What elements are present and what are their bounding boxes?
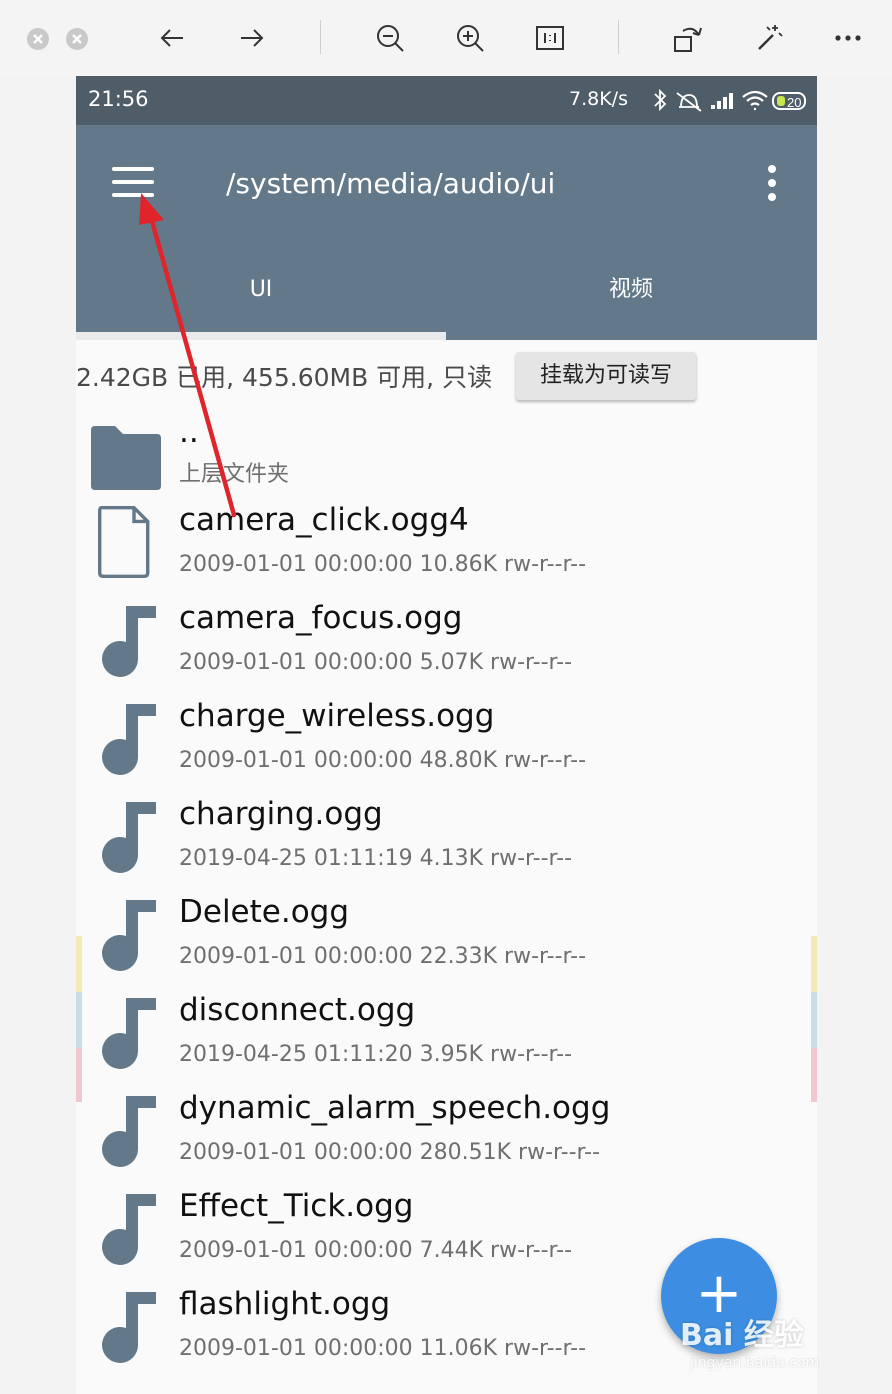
status-icons: 20 <box>654 88 806 112</box>
status-network-speed: 7.8K/s <box>569 88 628 110</box>
app-bar: /system/media/audio/ui UI 视频 <box>76 125 817 340</box>
file-metadata: 2009-01-01 00:00:00 48.80K rw-r--r-- <box>179 748 587 773</box>
viewer-toolbar <box>0 0 892 76</box>
file-name: .. <box>179 414 199 450</box>
file-name: charging.ogg <box>179 796 383 832</box>
close-icon[interactable] <box>27 28 49 50</box>
music-note-icon <box>98 992 168 1069</box>
file-name: Effect_Tick.ogg <box>179 1188 414 1224</box>
music-note-icon <box>98 698 168 775</box>
file-name: charge_wireless.ogg <box>179 698 495 734</box>
edge-stripe <box>76 992 82 1048</box>
file-metadata: 2009-01-01 00:00:00 5.07K rw-r--r-- <box>179 650 573 675</box>
music-note-icon <box>98 1286 168 1363</box>
file-name: flashlight.ogg <box>179 1286 391 1322</box>
toolbar-divider <box>320 20 321 54</box>
storage-row: 2.42GB 已用, 455.60MB 可用, 只读 挂载为可读写 <box>76 340 817 420</box>
file-name: disconnect.ogg <box>179 992 416 1028</box>
music-note-icon <box>98 1090 168 1167</box>
minimize-icon[interactable] <box>66 28 88 50</box>
file-metadata: 2019-04-25 01:11:20 3.95K rw-r--r-- <box>179 1042 573 1067</box>
zoom-in-icon[interactable] <box>450 18 490 58</box>
edge-stripe <box>76 1048 82 1102</box>
file-metadata: 2019-04-25 01:11:19 4.13K rw-r--r-- <box>179 846 573 871</box>
file-list-item[interactable]: charge_wireless.ogg 2009-01-01 00:00:00 4… <box>76 698 817 796</box>
overflow-menu-icon[interactable] <box>762 163 782 203</box>
file-list-item[interactable]: camera_focus.ogg 2009-01-01 00:00:00 5.07… <box>76 600 817 698</box>
bluetooth-icon <box>654 88 667 112</box>
toolbar-divider <box>618 20 619 54</box>
file-metadata: 2009-01-01 00:00:00 280.51K rw-r--r-- <box>179 1140 601 1165</box>
edge-stripe <box>811 936 817 992</box>
edge-stripe <box>76 936 82 992</box>
file-list-item[interactable]: charging.ogg 2019-04-25 01:11:19 4.13K rw… <box>76 796 817 894</box>
file-metadata: 2009-01-01 00:00:00 7.44K rw-r--r-- <box>179 1238 573 1263</box>
edge-stripe <box>811 1048 817 1102</box>
file-list-item[interactable]: camera_click.ogg4 2009-01-01 00:00:00 10.… <box>76 502 817 600</box>
file-metadata: 2009-01-01 00:00:00 11.06K rw-r--r-- <box>179 1336 587 1361</box>
file-name: camera_focus.ogg <box>179 600 463 636</box>
tab-indicator <box>76 332 446 340</box>
phone-screen: 21:56 7.8K/s 20 /system/media/audio/ui U… <box>76 76 817 1394</box>
file-name: dynamic_alarm_speech.ogg <box>179 1090 611 1126</box>
baidu-watermark: Bai 经验 <box>680 1318 804 1353</box>
wifi-icon <box>742 90 768 111</box>
rotate-icon[interactable] <box>668 18 708 58</box>
music-note-icon <box>98 600 168 677</box>
status-bar: 21:56 7.8K/s 20 <box>76 76 817 125</box>
folder-icon <box>84 424 161 494</box>
more-icon[interactable] <box>828 18 868 58</box>
file-list-item[interactable]: disconnect.ogg 2019-04-25 01:11:20 3.95K … <box>76 992 817 1090</box>
file-list-item[interactable]: dynamic_alarm_speech.ogg 2009-01-01 00:00… <box>76 1090 817 1188</box>
back-arrow-icon[interactable] <box>152 18 192 58</box>
tab-ui[interactable]: UI <box>76 255 446 335</box>
mount-rw-button[interactable]: 挂载为可读写 <box>516 352 696 400</box>
hamburger-menu-icon[interactable] <box>112 167 154 201</box>
file-metadata: 2009-01-01 00:00:00 10.86K rw-r--r-- <box>179 552 587 577</box>
file-metadata: 2009-01-01 00:00:00 22.33K rw-r--r-- <box>179 944 587 969</box>
music-note-icon <box>98 1188 168 1265</box>
current-path-title: /system/media/audio/ui <box>226 167 556 200</box>
forward-arrow-icon[interactable] <box>232 18 272 58</box>
signal-icon <box>711 93 733 109</box>
status-time: 21:56 <box>88 87 149 111</box>
baidu-watermark-url: jingyan.baidu.com <box>690 1355 820 1371</box>
zoom-out-icon[interactable] <box>370 18 410 58</box>
tab-video[interactable]: 视频 <box>446 255 816 335</box>
file-name: Delete.ogg <box>179 894 350 930</box>
music-note-icon <box>98 796 168 873</box>
actual-size-icon[interactable] <box>530 18 570 58</box>
file-name: camera_click.ogg4 <box>179 502 469 538</box>
battery-level: 20 <box>787 95 801 110</box>
music-note-icon <box>98 894 168 971</box>
file-icon <box>98 502 168 578</box>
file-list-item[interactable]: Delete.ogg 2009-01-01 00:00:00 22.33K rw-… <box>76 894 817 992</box>
storage-info: 2.42GB 已用, 455.60MB 可用, 只读 <box>76 363 493 392</box>
magic-wand-icon[interactable] <box>748 18 788 58</box>
edge-stripe <box>811 992 817 1048</box>
mute-icon <box>676 92 702 112</box>
parent-folder-label: 上层文件夹 <box>179 462 290 487</box>
